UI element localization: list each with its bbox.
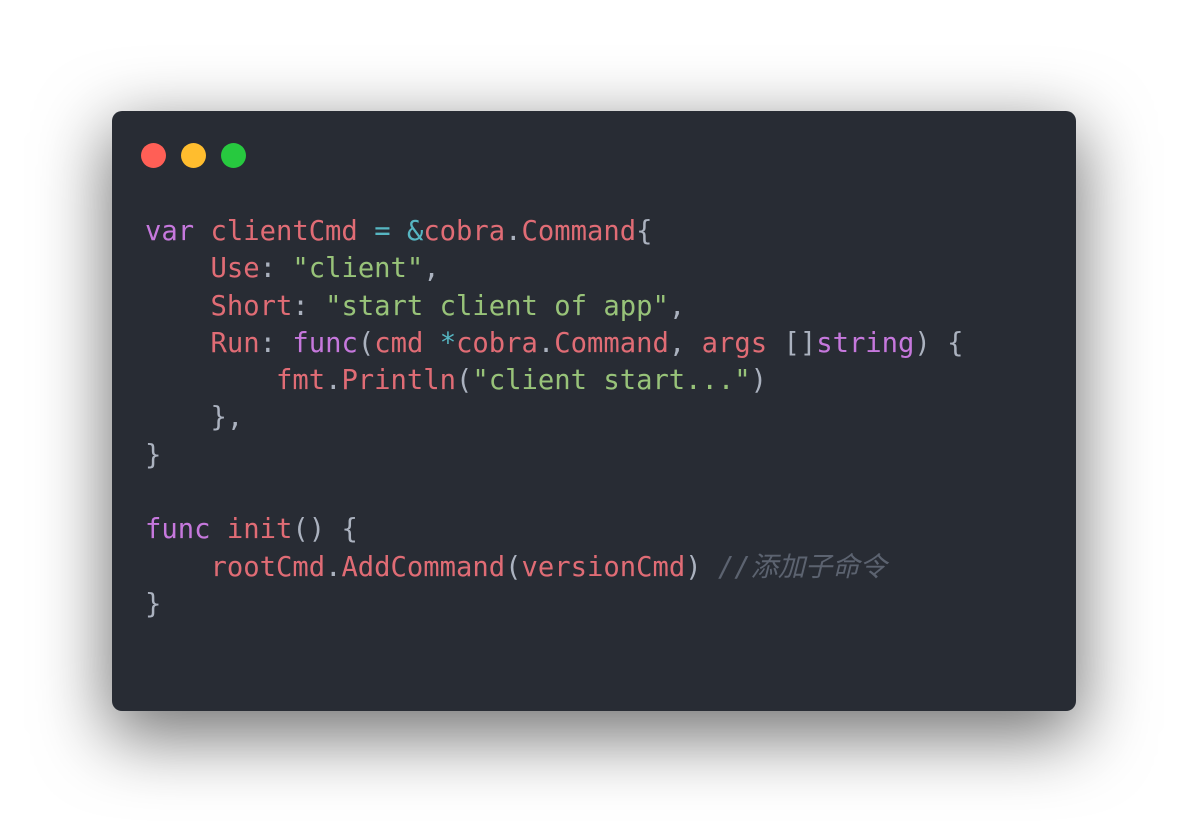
code-token: []	[767, 327, 817, 359]
code-token: func	[292, 327, 358, 359]
code-window: var clientCmd = &cobra.Command{ Use: "cl…	[112, 111, 1076, 711]
code-token: &	[406, 216, 424, 247]
code-token: ) {	[914, 327, 964, 359]
code-line: }	[145, 586, 964, 623]
code-token: init	[226, 514, 293, 546]
code-token: },	[145, 402, 244, 434]
code-token: ,	[668, 290, 686, 322]
code-token: cobra	[456, 327, 538, 359]
code-token: :	[292, 290, 326, 322]
code-token: Short	[210, 290, 293, 322]
code-token: Command	[554, 327, 669, 359]
code-token: (	[505, 551, 522, 583]
code-token: () {	[292, 514, 358, 546]
code-token: .	[505, 216, 522, 247]
code-token: Command	[521, 216, 637, 247]
code-token: }	[145, 588, 162, 620]
code-token: (	[357, 327, 375, 359]
code-token: "client start..."	[472, 365, 751, 397]
code-block: var clientCmd = &cobra.Command{ Use: "cl…	[145, 213, 964, 623]
code-token: Use	[210, 253, 260, 285]
code-token: var	[145, 216, 195, 247]
code-token: (	[456, 365, 473, 397]
code-token: rootCmd	[210, 551, 326, 583]
code-token: Println	[341, 365, 457, 397]
code-line: Short: "start client of app",	[145, 288, 964, 325]
code-token: *	[439, 327, 457, 359]
code-token: .	[325, 365, 342, 397]
code-token: ,	[668, 327, 702, 359]
code-token: }	[145, 439, 162, 471]
minimize-dot-icon[interactable]	[181, 143, 206, 168]
code-token: clientCmd	[210, 216, 358, 247]
code-token: )	[750, 365, 768, 397]
code-token: )	[685, 551, 718, 583]
code-comment: //添加子命令	[717, 551, 887, 583]
code-token: .	[325, 551, 342, 583]
code-line: }	[145, 437, 964, 474]
code-line: rootCmd.AddCommand(versionCmd) //添加子命令	[145, 549, 964, 586]
close-dot-icon[interactable]	[141, 143, 166, 168]
code-line: func init() {	[145, 511, 964, 548]
code-token: =	[374, 216, 391, 247]
code-token: cmd	[374, 327, 424, 359]
code-token: versionCmd	[521, 551, 686, 583]
code-token: func	[145, 514, 211, 546]
code-line: Run: func(cmd *cobra.Command, args []str…	[145, 325, 964, 362]
code-token: ,	[423, 253, 440, 285]
code-token: AddCommand	[341, 551, 506, 583]
code-token: Run	[210, 327, 260, 359]
code-token: :	[259, 253, 293, 285]
code-token: fmt	[275, 365, 326, 397]
maximize-dot-icon[interactable]	[221, 143, 246, 168]
code-token: args	[701, 327, 768, 359]
code-token: string	[816, 327, 915, 359]
code-token: :	[259, 327, 293, 359]
code-token: cobra	[423, 216, 506, 247]
code-token: "client"	[292, 253, 424, 285]
code-line: },	[145, 399, 964, 436]
code-token: .	[537, 327, 555, 359]
code-token: "start client of app"	[325, 290, 669, 322]
code-line: fmt.Println("client start...")	[145, 362, 964, 399]
code-line: var clientCmd = &cobra.Command{	[145, 213, 964, 250]
code-token: {	[636, 216, 653, 247]
code-line: Use: "client",	[145, 250, 964, 287]
